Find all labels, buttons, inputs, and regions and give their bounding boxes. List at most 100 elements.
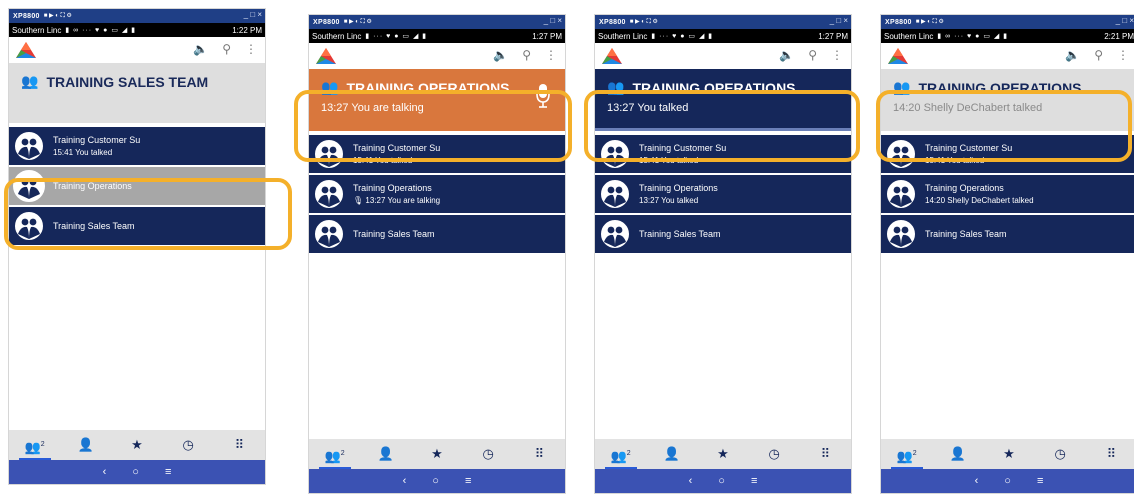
dialpad-icon[interactable]: ⠿ bbox=[219, 430, 259, 460]
list-item[interactable]: Training Customer Su 15:41 You talked bbox=[9, 127, 265, 165]
list-item[interactable]: Training Sales Team bbox=[595, 215, 851, 253]
app-logo bbox=[315, 47, 337, 65]
clock-icon[interactable]: ◷ bbox=[468, 439, 508, 469]
group-name: Training Operations bbox=[353, 183, 432, 193]
app-logo bbox=[601, 47, 623, 65]
tab-groups[interactable]: 👥2 bbox=[887, 439, 927, 469]
group-avatar-icon bbox=[313, 138, 345, 170]
group-header-idle: 👥 TRAINING OPERATIONS 14:20 Shelly DeCha… bbox=[881, 69, 1134, 131]
back-icon[interactable]: ‹ bbox=[403, 475, 407, 487]
home-icon[interactable]: ○ bbox=[718, 475, 725, 487]
back-icon[interactable]: ‹ bbox=[689, 475, 693, 487]
list-item-selected[interactable]: Training Operations bbox=[9, 167, 265, 205]
person-icon[interactable]: 👤 bbox=[652, 439, 692, 469]
list-item[interactable]: Training Customer Su 15:41 You talked bbox=[309, 135, 565, 173]
group-avatar-icon bbox=[13, 130, 45, 162]
group-avatar-icon bbox=[313, 218, 345, 250]
window-controls[interactable]: _ □ × bbox=[544, 16, 562, 25]
more-vert-icon[interactable]: ⋮ bbox=[831, 48, 843, 62]
status-bar: Southern Linc ▮ ··· ♥ ● ▭ ◢ ▮ 1:27 PM bbox=[309, 29, 565, 43]
groups-badge: 2 bbox=[626, 450, 631, 457]
device-name: XP8800 bbox=[599, 18, 626, 26]
star-icon[interactable]: ★ bbox=[117, 430, 157, 460]
group-avatar-icon bbox=[885, 218, 917, 250]
clock-icon[interactable]: ◷ bbox=[1040, 439, 1080, 469]
app-bar: 🔈 ⚲ ⋮ bbox=[9, 37, 265, 63]
groups-icon: 👥 bbox=[21, 73, 39, 89]
more-vert-icon[interactable]: ⋮ bbox=[245, 42, 257, 56]
titlebar-icons: ■ ▶ ◐ ⛶ ⚙ bbox=[629, 19, 658, 25]
nav-bar: ‹ ○ ≡ bbox=[309, 469, 565, 493]
group-title: TRAINING OPERATIONS bbox=[632, 79, 796, 96]
search-icon[interactable]: ⚲ bbox=[808, 48, 817, 62]
window-controls[interactable]: _ □ × bbox=[830, 16, 848, 25]
clock-icon[interactable]: ◷ bbox=[168, 430, 208, 460]
list-item[interactable]: Training Customer Su 15:41 You talked bbox=[595, 135, 851, 173]
back-icon[interactable]: ‹ bbox=[975, 475, 979, 487]
star-icon[interactable]: ★ bbox=[989, 439, 1029, 469]
window-titlebar: XP8800 ■ ▶ ◐ ⛶ ⚙ _ □ × bbox=[309, 15, 565, 29]
status-time: 1:27 PM bbox=[818, 31, 848, 41]
status-bar: Southern Linc ▮ ∞ ··· ♥ ● ▭ ◢ ▮ 2:21 PM bbox=[881, 29, 1134, 43]
tab-bar: 👥2 👤 ★ ◷ ⠿ bbox=[881, 439, 1134, 469]
carrier-name: Southern Linc bbox=[884, 31, 934, 41]
back-icon[interactable]: ‹ bbox=[103, 466, 107, 478]
mic-icon[interactable] bbox=[535, 83, 551, 109]
speaker-icon[interactable]: 🔈 bbox=[779, 48, 794, 62]
group-list: Training Customer Su 15:41 You talked Tra… bbox=[309, 135, 565, 253]
status-icons: ▮ ··· ♥ ● ▭ ◢ ▮ bbox=[365, 33, 428, 40]
group-avatar-icon bbox=[599, 218, 631, 250]
group-title: TRAINING OPERATIONS bbox=[346, 79, 510, 96]
tab-bar: 👥2 👤 ★ ◷ ⠿ bbox=[9, 430, 265, 460]
dialpad-icon[interactable]: ⠿ bbox=[1091, 439, 1131, 469]
search-icon[interactable]: ⚲ bbox=[1094, 48, 1103, 62]
tab-groups[interactable]: 👥2 bbox=[315, 439, 355, 469]
person-icon[interactable]: 👤 bbox=[66, 430, 106, 460]
clock-icon[interactable]: ◷ bbox=[754, 439, 794, 469]
group-header-active: 👥 TRAINING OPERATIONS 13:27 You talked bbox=[595, 69, 851, 131]
status-time: 2:21 PM bbox=[1104, 31, 1134, 41]
home-icon[interactable]: ○ bbox=[132, 466, 139, 478]
speaker-icon[interactable]: 🔈 bbox=[493, 48, 508, 62]
search-icon[interactable]: ⚲ bbox=[222, 42, 231, 56]
home-icon[interactable]: ○ bbox=[432, 475, 439, 487]
search-icon[interactable]: ⚲ bbox=[522, 48, 531, 62]
list-item[interactable]: Training Sales Team bbox=[881, 215, 1134, 253]
list-item[interactable]: Training Customer Su 15:41 You talked bbox=[881, 135, 1134, 173]
list-item[interactable]: Training Operations 14:20 Shelly DeChaber… bbox=[881, 175, 1134, 213]
star-icon[interactable]: ★ bbox=[417, 439, 457, 469]
speaker-icon[interactable]: 🔈 bbox=[193, 42, 208, 56]
group-status: 13:27 You are talking bbox=[365, 196, 441, 205]
groups-icon: 👥 bbox=[896, 448, 913, 464]
menu-icon[interactable]: ≡ bbox=[465, 475, 471, 487]
menu-icon[interactable]: ≡ bbox=[165, 466, 171, 478]
window-controls[interactable]: _ □ × bbox=[1116, 16, 1134, 25]
person-icon[interactable]: 👤 bbox=[938, 439, 978, 469]
list-item[interactable]: Training Operations 13:27 You talked bbox=[595, 175, 851, 213]
person-icon[interactable]: 👤 bbox=[366, 439, 406, 469]
list-item[interactable]: Training Sales Team bbox=[9, 207, 265, 245]
groups-badge: 2 bbox=[340, 450, 345, 457]
group-name: Training Customer Su bbox=[353, 143, 441, 153]
menu-icon[interactable]: ≡ bbox=[1037, 475, 1043, 487]
group-status: 15:41 You talked bbox=[353, 156, 413, 165]
phone-screen-1: XP8800 ■ ▶ ◐ ⛶ ⚙ _ □ × Southern Linc ▮ ∞… bbox=[8, 8, 266, 485]
tab-groups[interactable]: 👥2 bbox=[15, 430, 55, 460]
group-status: 14:20 Shelly DeChabert talked bbox=[925, 196, 1034, 205]
more-vert-icon[interactable]: ⋮ bbox=[545, 48, 557, 62]
app-logo bbox=[15, 41, 37, 59]
more-vert-icon[interactable]: ⋮ bbox=[1117, 48, 1129, 62]
menu-icon[interactable]: ≡ bbox=[751, 475, 757, 487]
list-item[interactable]: Training Sales Team bbox=[309, 215, 565, 253]
group-header-talking: 👥 TRAINING OPERATIONS 13:27 You are talk… bbox=[309, 69, 565, 131]
star-icon[interactable]: ★ bbox=[703, 439, 743, 469]
tab-groups[interactable]: 👥2 bbox=[601, 439, 641, 469]
status-icons: ▮ ··· ♥ ● ▭ ◢ ▮ bbox=[651, 33, 714, 40]
group-name: Training Customer Su bbox=[925, 143, 1013, 153]
dialpad-icon[interactable]: ⠿ bbox=[805, 439, 845, 469]
list-item[interactable]: Training Operations 🎙 13:27 You are talki… bbox=[309, 175, 565, 213]
home-icon[interactable]: ○ bbox=[1004, 475, 1011, 487]
speaker-icon[interactable]: 🔈 bbox=[1065, 48, 1080, 62]
dialpad-icon[interactable]: ⠿ bbox=[519, 439, 559, 469]
window-controls[interactable]: _ □ × bbox=[244, 10, 262, 19]
